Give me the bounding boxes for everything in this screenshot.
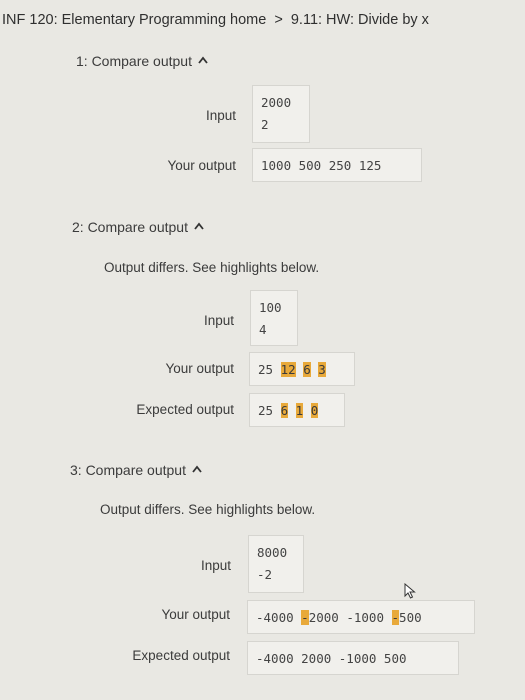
diff-highlight: 1	[295, 403, 304, 418]
test-2-input-line-1: 100	[259, 300, 282, 315]
test-3-header-label: 3: Compare output	[70, 462, 186, 478]
breadcrumb-course-link[interactable]: INF 120: Elementary Programming home	[2, 12, 266, 28]
test-3-expected-output-box: -4000 2000 -1000 500	[247, 641, 459, 675]
diff-highlight: -	[301, 610, 309, 625]
diff-token: 25	[258, 403, 274, 418]
diff-highlight: -	[391, 610, 400, 625]
diff-token: -1000	[346, 610, 384, 625]
diff-token: -4000	[256, 610, 294, 625]
test-1-header[interactable]: 1: Compare output	[76, 53, 208, 69]
diff-highlight: 12	[280, 362, 296, 377]
test-3-input-box: 8000 -2	[248, 535, 304, 593]
test-3-input-line-2: -2	[257, 567, 273, 582]
test-3-your-output-box: -4000 -2000 -1000 -500	[247, 600, 475, 634]
diff-highlight: 0	[310, 403, 319, 418]
test-3-expected-output-label: Expected output	[132, 648, 230, 663]
diff-token: 25	[258, 362, 274, 377]
breadcrumb: INF 120: Elementary Programming home > 9…	[2, 12, 429, 28]
diff-highlight: 3	[318, 362, 326, 377]
chevron-up-icon	[194, 222, 204, 232]
test-2-input-box: 100 4	[250, 290, 298, 346]
test-2-diff-message: Output differs. See highlights below.	[104, 260, 320, 275]
test-2-your-output-label: Your output	[165, 361, 234, 376]
breadcrumb-section: 9.11: HW: Divide by x	[290, 12, 429, 28]
test-1-input-box: 2000 2	[252, 85, 310, 143]
test-2-input-line-2: 4	[259, 322, 267, 337]
breadcrumb-separator: >	[274, 12, 283, 28]
diff-token: 500	[399, 610, 422, 625]
test-1-your-output-value: 1000 500 250 125	[261, 158, 382, 173]
test-1-input-line-1: 2000	[261, 95, 292, 110]
test-3-input-line-1: 8000	[257, 545, 288, 560]
diff-highlight: 6	[303, 362, 311, 377]
test-3-input-label: Input	[200, 558, 231, 573]
test-3-expected-output-value: -4000 2000 -1000 500	[256, 651, 407, 666]
test-1-input-label: Input	[205, 108, 236, 123]
mouse-pointer-icon	[404, 582, 418, 599]
diff-highlight: 6	[280, 403, 289, 418]
test-2-your-output-box: 25 12 6 3	[249, 352, 355, 386]
test-3-header[interactable]: 3: Compare output	[70, 462, 202, 478]
test-2-expected-output-label: Expected output	[136, 402, 234, 417]
test-1-your-output-label: Your output	[167, 158, 236, 173]
diff-token: 2000	[308, 610, 339, 625]
test-2-header[interactable]: 2: Compare output	[72, 219, 204, 235]
test-3-diff-message: Output differs. See highlights below.	[100, 502, 316, 517]
test-2-input-label: Input	[203, 313, 234, 328]
chevron-up-icon	[192, 465, 202, 475]
test-2-expected-output-box: 25 6 1 0	[249, 393, 345, 427]
test-1-header-label: 1: Compare output	[76, 53, 192, 69]
test-1-your-output-box: 1000 500 250 125	[252, 148, 422, 182]
chevron-up-icon	[198, 56, 208, 66]
test-1-input-line-2: 2	[261, 117, 269, 132]
test-3-your-output-label: Your output	[161, 607, 230, 622]
test-2-header-label: 2: Compare output	[72, 219, 188, 235]
